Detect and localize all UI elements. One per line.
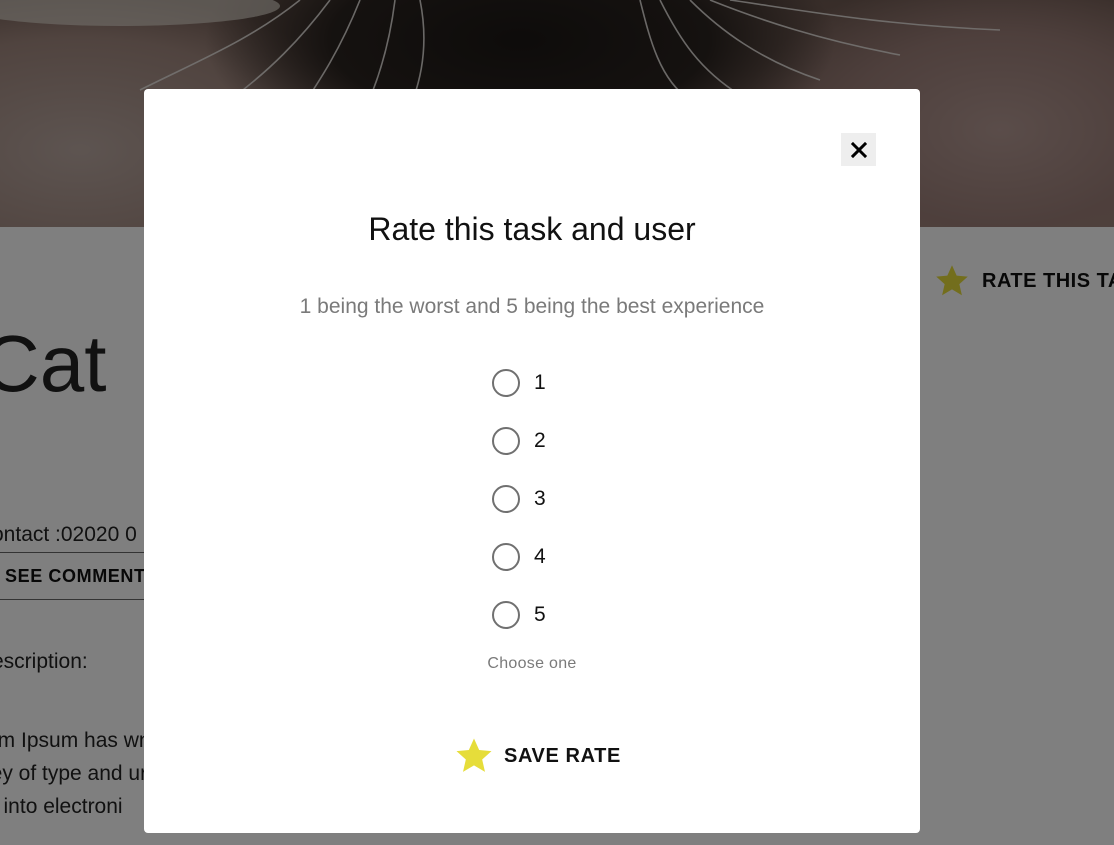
rating-option-2[interactable]: 2	[492, 412, 546, 470]
rating-option-5[interactable]: 5	[492, 586, 546, 644]
rating-option-1[interactable]: 1	[492, 354, 546, 412]
rating-option-label: 3	[534, 487, 546, 510]
close-icon	[850, 141, 867, 158]
rate-dialog: Rate this task and user 1 being the wors…	[144, 89, 920, 833]
rating-option-label: 2	[534, 429, 546, 452]
rating-option-label: 4	[534, 545, 546, 568]
radio-button[interactable]	[492, 369, 520, 397]
save-rate-label: SAVE RATE	[504, 744, 621, 767]
rating-radio-group: 1 2 3 4 5	[492, 354, 546, 644]
rating-option-label: 1	[534, 371, 546, 394]
radio-button[interactable]	[492, 543, 520, 571]
radio-button[interactable]	[492, 485, 520, 513]
close-button[interactable]	[841, 133, 876, 166]
star-icon	[456, 738, 492, 772]
helper-text: Choose one	[487, 655, 577, 672]
dialog-title: Rate this task and user	[368, 211, 696, 247]
page: Cat RATE THIS TA ontact :02020 0 SEE COM…	[0, 0, 1114, 845]
rating-option-4[interactable]: 4	[492, 528, 546, 586]
radio-button[interactable]	[492, 427, 520, 455]
save-rate-button[interactable]: SAVE RATE	[454, 734, 621, 778]
rating-option-label: 5	[534, 603, 546, 626]
rating-option-3[interactable]: 3	[492, 470, 546, 528]
radio-button[interactable]	[492, 601, 520, 629]
dialog-subtitle: 1 being the worst and 5 being the best e…	[299, 295, 765, 318]
